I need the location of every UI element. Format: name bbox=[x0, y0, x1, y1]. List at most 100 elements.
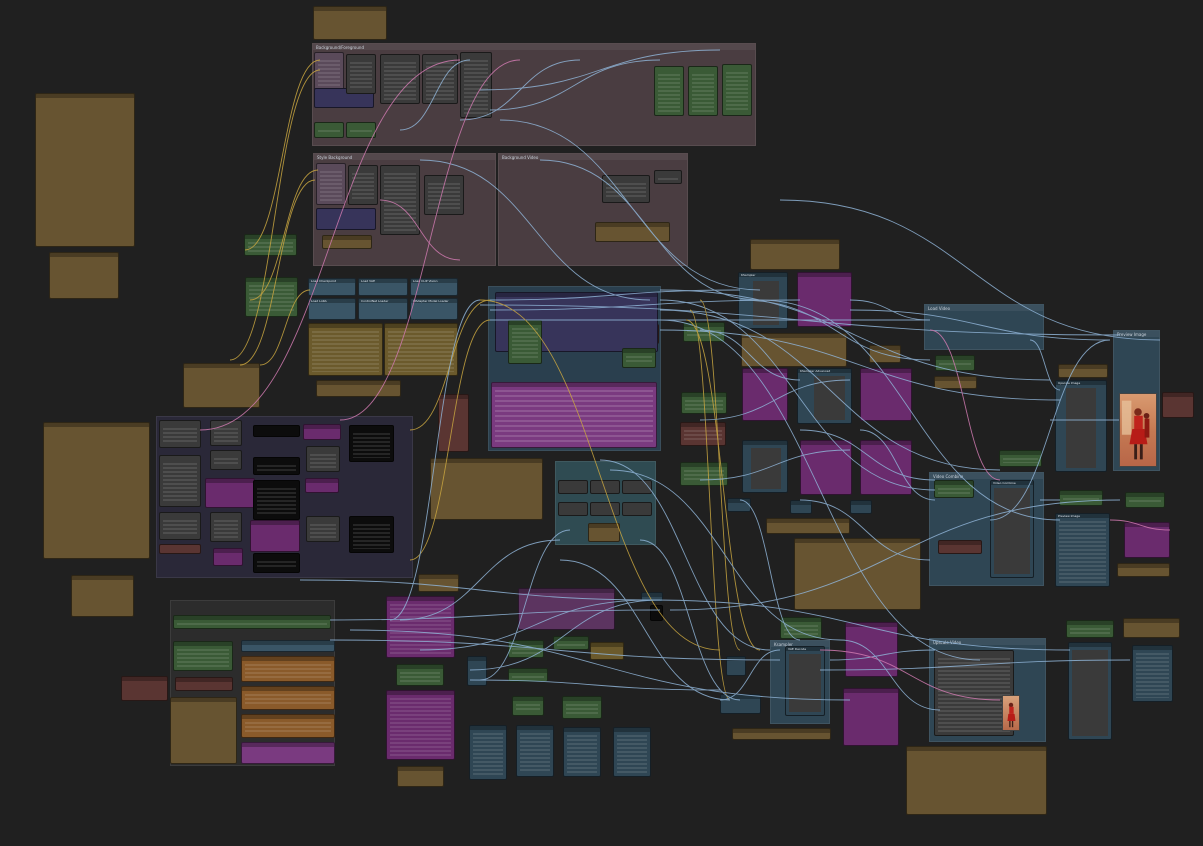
purple-node[interactable] bbox=[1124, 522, 1170, 558]
muted-node[interactable] bbox=[121, 676, 168, 701]
prompt-node[interactable] bbox=[938, 540, 982, 554]
black-node[interactable] bbox=[253, 553, 300, 573]
group-node[interactable] bbox=[590, 480, 620, 494]
controlnet-group[interactable] bbox=[384, 323, 458, 376]
purple-node[interactable] bbox=[860, 440, 912, 495]
small-node[interactable] bbox=[467, 656, 487, 686]
group-node[interactable] bbox=[348, 165, 378, 205]
stack-node[interactable] bbox=[241, 640, 335, 652]
grey-node[interactable] bbox=[159, 544, 201, 554]
prompt-node[interactable] bbox=[175, 677, 233, 691]
prompt-node[interactable] bbox=[935, 355, 975, 371]
loader-node[interactable]: IPAdapter Model Loader bbox=[410, 298, 458, 320]
group-node[interactable] bbox=[316, 208, 376, 230]
purple-node[interactable] bbox=[845, 622, 898, 677]
grey-node[interactable] bbox=[159, 455, 201, 507]
purple-node[interactable] bbox=[205, 478, 255, 508]
prompt-node[interactable] bbox=[1125, 492, 1165, 508]
prompt-node[interactable] bbox=[173, 615, 331, 629]
prompt-node[interactable] bbox=[508, 320, 542, 364]
group-load-video[interactable]: Load Video bbox=[924, 304, 1044, 350]
note-node[interactable] bbox=[1058, 364, 1108, 378]
purple-node[interactable] bbox=[518, 588, 615, 630]
controlnet-group[interactable] bbox=[308, 323, 383, 376]
note-node[interactable] bbox=[869, 345, 901, 363]
note-node[interactable] bbox=[741, 333, 847, 367]
note-node[interactable] bbox=[313, 6, 387, 40]
prompt-node[interactable] bbox=[1059, 490, 1103, 506]
black-node[interactable] bbox=[253, 480, 300, 520]
upscale-node[interactable]: Upscale Image bbox=[1055, 380, 1107, 472]
small-node[interactable] bbox=[850, 500, 872, 514]
group-node[interactable] bbox=[316, 163, 346, 205]
stack-node[interactable] bbox=[241, 656, 335, 682]
loader-node[interactable]: Load Checkpoint bbox=[308, 278, 356, 296]
group-node[interactable] bbox=[622, 480, 652, 494]
black-node[interactable] bbox=[253, 457, 300, 475]
note-node[interactable] bbox=[35, 93, 135, 247]
group-node[interactable] bbox=[380, 54, 420, 104]
note-node[interactable] bbox=[766, 518, 850, 534]
grey-node[interactable] bbox=[210, 450, 242, 470]
output-node[interactable] bbox=[1068, 642, 1112, 740]
purple-node[interactable] bbox=[742, 368, 788, 421]
loader-node[interactable]: Load CLIP Vision bbox=[410, 278, 458, 296]
note-node[interactable] bbox=[750, 239, 840, 270]
grey-node[interactable] bbox=[306, 516, 340, 542]
preview-node[interactable]: Preview Image bbox=[1055, 513, 1110, 587]
note-node[interactable] bbox=[43, 422, 150, 559]
black-node[interactable] bbox=[253, 425, 300, 437]
note-node[interactable] bbox=[397, 766, 444, 787]
note-node[interactable] bbox=[794, 538, 921, 610]
muted-node[interactable] bbox=[1162, 392, 1194, 418]
vae-decode-node[interactable]: VAE Decode bbox=[785, 646, 825, 716]
note-node[interactable] bbox=[1123, 618, 1180, 638]
note-node[interactable] bbox=[732, 728, 831, 740]
grey-node[interactable] bbox=[159, 512, 201, 540]
small-node[interactable] bbox=[727, 498, 751, 512]
prompt-node[interactable] bbox=[245, 277, 298, 317]
group-node[interactable] bbox=[422, 54, 458, 104]
prompt-node[interactable] bbox=[590, 642, 624, 660]
stack-node[interactable] bbox=[241, 686, 335, 710]
prompt-node[interactable] bbox=[934, 480, 974, 498]
group-node[interactable] bbox=[380, 165, 420, 235]
note-node[interactable] bbox=[1117, 563, 1170, 577]
grey-node[interactable] bbox=[210, 420, 242, 446]
group-node[interactable] bbox=[346, 122, 376, 138]
group-node[interactable] bbox=[602, 175, 650, 203]
purple-node[interactable] bbox=[797, 272, 852, 327]
muted-node[interactable] bbox=[438, 394, 469, 452]
prompt-node[interactable] bbox=[508, 640, 544, 658]
loader-node[interactable]: Load LoRA bbox=[308, 298, 356, 320]
group-node[interactable] bbox=[688, 66, 718, 116]
group-node[interactable] bbox=[558, 502, 588, 516]
prompt-node[interactable] bbox=[622, 348, 656, 368]
prompt-node[interactable] bbox=[680, 422, 726, 446]
group-node[interactable] bbox=[590, 502, 620, 516]
small-node[interactable] bbox=[720, 694, 761, 714]
graph-canvas[interactable]: Background/Foreground Style Background B… bbox=[0, 0, 1203, 846]
ksampler-node[interactable] bbox=[742, 440, 788, 493]
small-node[interactable] bbox=[641, 592, 663, 602]
prompt-node[interactable] bbox=[1066, 620, 1114, 638]
note-node[interactable] bbox=[588, 523, 620, 542]
purple-node[interactable] bbox=[303, 424, 341, 440]
stack-node[interactable] bbox=[241, 714, 335, 738]
group-node[interactable] bbox=[722, 64, 752, 116]
image-batch-node[interactable] bbox=[491, 382, 657, 448]
purple-node[interactable] bbox=[386, 690, 455, 760]
purple-node[interactable] bbox=[860, 368, 912, 421]
small-node[interactable] bbox=[726, 656, 746, 676]
grey-node[interactable] bbox=[159, 420, 201, 448]
group-node[interactable] bbox=[314, 52, 344, 92]
purple-node[interactable] bbox=[800, 440, 852, 495]
prompt-node[interactable] bbox=[553, 636, 589, 650]
group-node[interactable] bbox=[424, 175, 464, 215]
note-node[interactable] bbox=[322, 235, 372, 249]
ksampler-node[interactable]: KSampler Advanced bbox=[797, 368, 852, 424]
purple-node[interactable] bbox=[250, 520, 300, 552]
prompt-node[interactable] bbox=[780, 617, 822, 639]
note-node[interactable] bbox=[595, 222, 670, 242]
sampler-node[interactable] bbox=[516, 725, 554, 777]
